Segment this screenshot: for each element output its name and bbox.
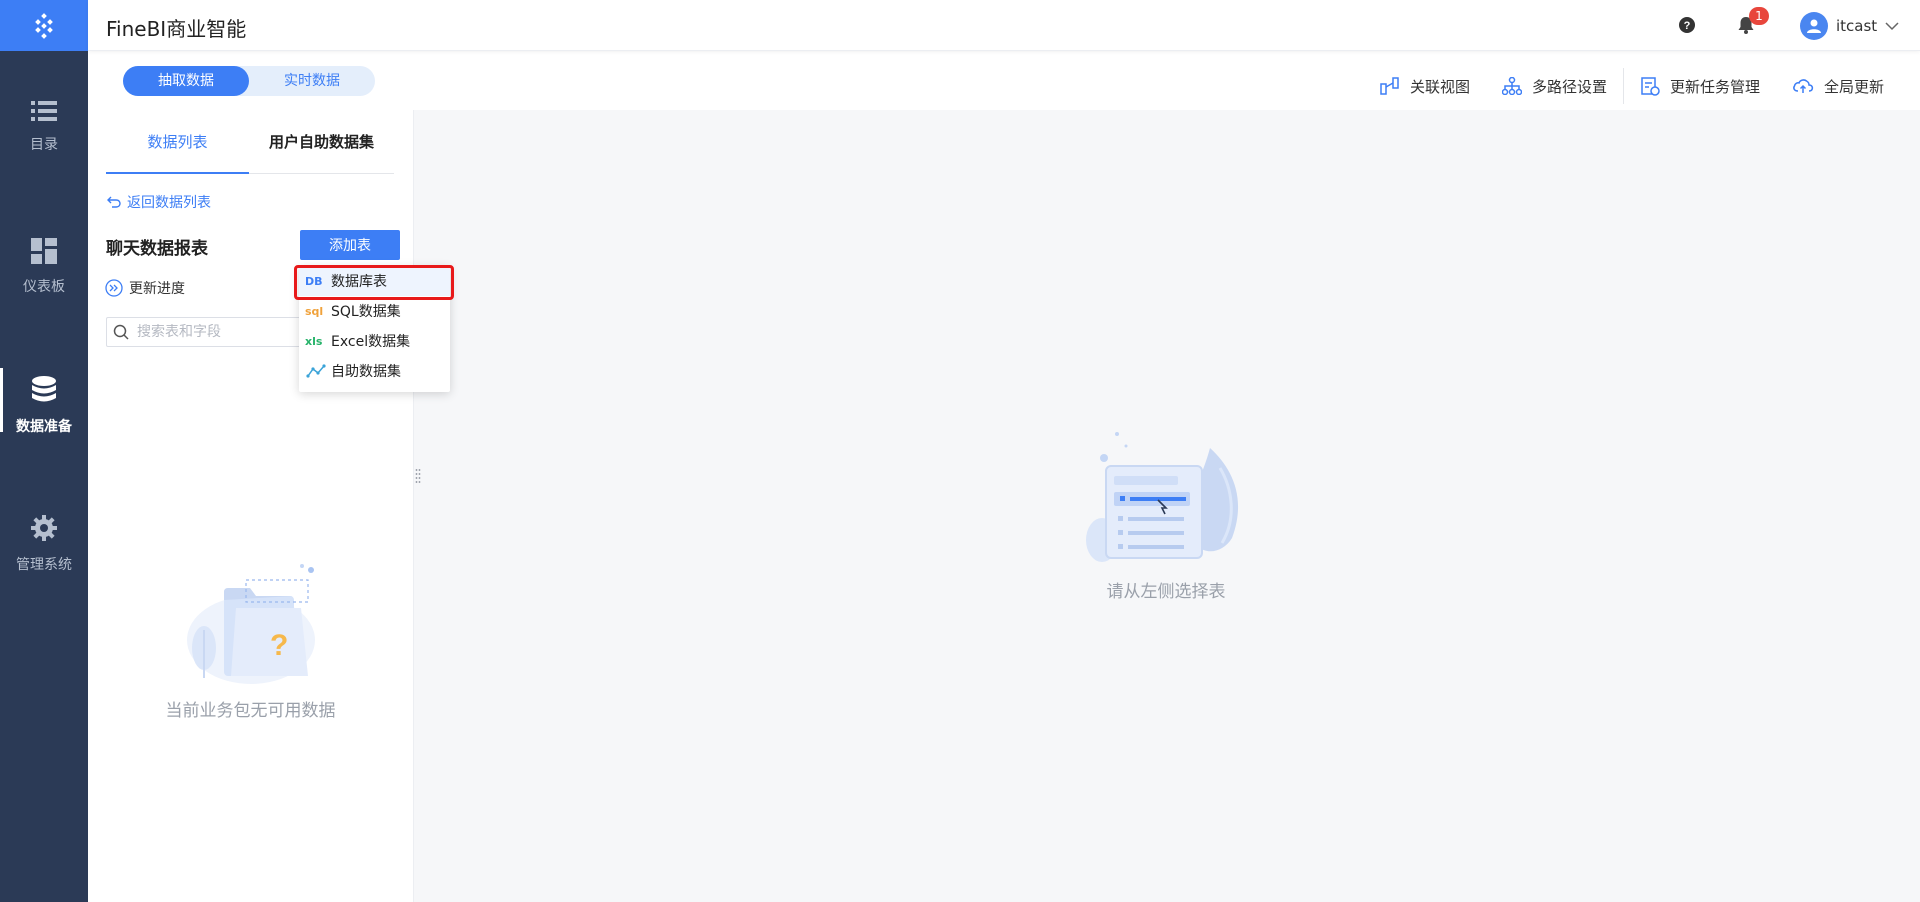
empty-folder-illustration: ? [186, 564, 315, 684]
select-table-illustration [1082, 428, 1252, 572]
nav-label-catalog: 目录 [30, 137, 58, 153]
nav-item-management[interactable]: 管理系统 [0, 500, 88, 590]
left-navigation: 目录 仪表板 数据准备 管理系统 [0, 0, 88, 902]
avatar [1800, 12, 1828, 40]
nav-item-catalog[interactable]: 目录 [0, 86, 88, 176]
nav-label-data-prep: 数据准备 [16, 419, 72, 435]
tab-data-list[interactable]: 数据列表 [106, 126, 249, 174]
dropdown-label-sql-dataset: SQL数据集 [331, 304, 401, 320]
excel-icon: xls [305, 334, 323, 348]
back-to-list-link[interactable]: 返回数据列表 [107, 192, 211, 212]
relation-view-icon [1380, 77, 1399, 95]
panel-tabs: 数据列表 用户自助数据集 [106, 126, 394, 174]
select-table-hint: 请从左侧选择表 [1106, 582, 1226, 602]
global-update-button[interactable]: 全局更新 [1776, 73, 1900, 99]
list-icon [31, 101, 57, 121]
return-icon [107, 196, 121, 208]
empty-table-illustration [1086, 432, 1239, 562]
toolbar-actions: 关联视图 多路径设置 更新任务管理 全局更新 [1364, 68, 1900, 104]
search-box [106, 317, 306, 347]
panel-resizer[interactable] [413, 110, 414, 902]
relation-view-button[interactable]: 关联视图 [1364, 73, 1486, 99]
dropdown-item-sql-dataset[interactable]: sql SQL数据集 [299, 296, 450, 326]
multipath-settings-button[interactable]: 多路径设置 [1486, 73, 1623, 99]
self-service-icon [306, 364, 326, 378]
update-progress-label: 更新进度 [129, 281, 185, 297]
chevron-down-icon [1885, 22, 1899, 31]
multipath-icon [1501, 77, 1522, 95]
sql-icon: sql [305, 304, 324, 318]
left-panel: 数据列表 用户自助数据集 返回数据列表 聊天数据报表 添加表 更新进度 [88, 110, 413, 902]
logo-icon [35, 12, 53, 39]
empty-package-illustration: ? [88, 560, 413, 689]
add-table-button[interactable]: 添加表 [300, 230, 400, 260]
cloud-update-icon [1793, 79, 1814, 93]
dropdown-label-excel-dataset: Excel数据集 [331, 334, 411, 350]
nav-label-dashboard: 仪表板 [23, 279, 65, 295]
relation-view-label: 关联视图 [1409, 77, 1470, 96]
drag-handle-icon[interactable] [415, 468, 421, 484]
back-link-label: 返回数据列表 [127, 195, 211, 211]
database-icon [32, 376, 56, 402]
mode-extract-button[interactable]: 抽取数据 [123, 66, 249, 96]
package-title: 聊天数据报表 [106, 239, 208, 259]
task-manage-label: 更新任务管理 [1669, 77, 1760, 96]
progress-icon [105, 279, 123, 297]
gear-icon [31, 515, 57, 541]
task-manage-button[interactable]: 更新任务管理 [1624, 73, 1776, 99]
nav-item-dashboard[interactable]: 仪表板 [0, 224, 88, 314]
highlight-frame [294, 265, 454, 300]
global-update-label: 全局更新 [1823, 77, 1884, 96]
tab-self-service-dataset[interactable]: 用户自助数据集 [249, 126, 394, 174]
username: itcast [1836, 17, 1878, 35]
data-mode-switch: 抽取数据 实时数据 [123, 66, 375, 96]
empty-package-text: 当前业务包无可用数据 [165, 701, 336, 721]
update-progress-button[interactable]: 更新进度 [105, 278, 185, 298]
dropdown-item-self-service-dataset[interactable]: 自助数据集 [299, 356, 450, 386]
user-icon [1807, 19, 1821, 33]
dropdown-item-excel-dataset[interactable]: xls Excel数据集 [299, 326, 450, 356]
svg-text:?: ? [270, 629, 288, 662]
top-bar: FineBI商业智能 ? 1 itcast [88, 0, 1920, 51]
search-input[interactable] [137, 324, 297, 340]
help-icon[interactable]: ? [1678, 16, 1696, 34]
dashboard-icon [31, 238, 57, 264]
nav-item-data-prep[interactable]: 数据准备 [0, 362, 88, 452]
mode-realtime-button[interactable]: 实时数据 [249, 66, 375, 96]
svg-text:?: ? [1684, 20, 1691, 32]
task-manage-icon [1641, 77, 1660, 96]
multipath-label: 多路径设置 [1531, 77, 1607, 96]
nav-label-management: 管理系统 [16, 557, 72, 573]
notification-badge: 1 [1749, 7, 1769, 25]
app-logo[interactable] [0, 0, 88, 51]
dropdown-label-self-service-dataset: 自助数据集 [331, 364, 401, 380]
search-icon [113, 324, 129, 340]
user-menu[interactable]: itcast [1800, 12, 1899, 40]
app-title: FineBI商业智能 [106, 17, 247, 41]
